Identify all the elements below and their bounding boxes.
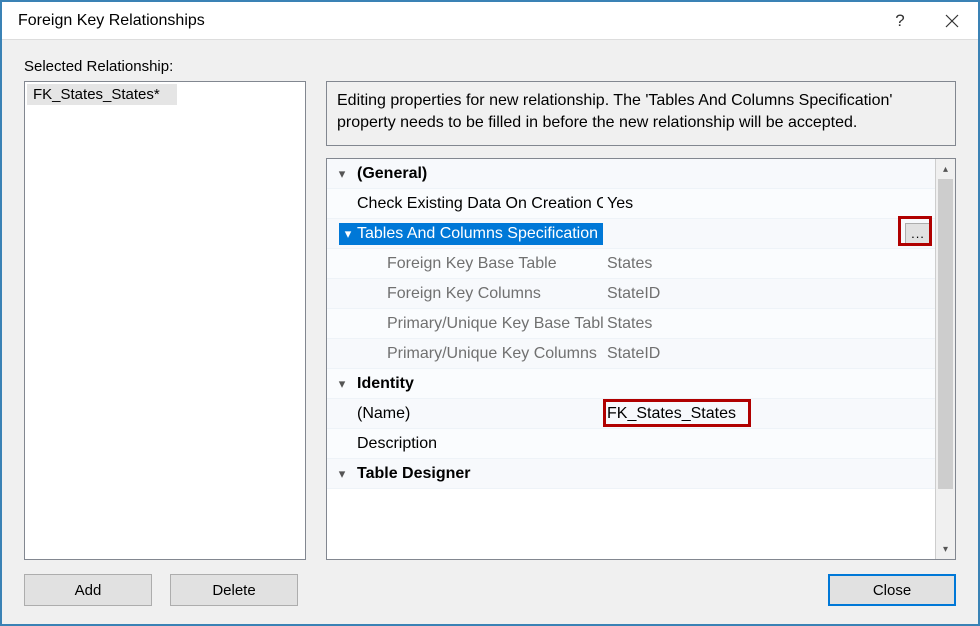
add-button[interactable]: Add (24, 574, 152, 606)
list-item[interactable]: FK_States_States* (27, 84, 177, 105)
button-row: Add Delete Close (24, 574, 956, 606)
prop-label: Check Existing Data On Creation Or Re-En… (357, 195, 603, 213)
prop-name[interactable]: (Name) FK_States_States (327, 399, 935, 429)
prop-description[interactable]: Description (327, 429, 935, 459)
prop-value: States (603, 255, 935, 273)
dialog-content: Selected Relationship: FK_States_States*… (2, 40, 978, 624)
prop-label: Tables And Columns Specification (357, 225, 598, 243)
prop-label: (Name) (357, 405, 603, 423)
scrollbar-vertical[interactable]: ▴ ▾ (935, 159, 955, 559)
category-label: Table Designer (357, 465, 603, 483)
prop-label: Foreign Key Columns (387, 285, 603, 303)
prop-fk-base-table[interactable]: Foreign Key Base Table States (327, 249, 935, 279)
category-label: Identity (357, 375, 603, 393)
prop-pk-base-table[interactable]: Primary/Unique Key Base Table States (327, 309, 935, 339)
property-grid[interactable]: ▾ (General) Check Existing Data On Creat… (327, 159, 935, 559)
prop-label: Foreign Key Base Table (387, 255, 603, 273)
category-general[interactable]: ▾ (General) (327, 159, 935, 189)
category-table-designer[interactable]: ▾ Table Designer (327, 459, 935, 489)
description-box: Editing properties for new relationship.… (326, 81, 956, 146)
relationship-listbox[interactable]: FK_States_States* (24, 81, 306, 560)
scroll-down-icon[interactable]: ▾ (936, 539, 955, 559)
close-button[interactable]: Close (828, 574, 956, 606)
selected-relationship-label: Selected Relationship: (24, 58, 956, 75)
prop-label: Primary/Unique Key Base Table (387, 315, 603, 333)
prop-value: StateID (603, 345, 935, 363)
window-title: Foreign Key Relationships (18, 12, 874, 30)
category-label: (General) (357, 165, 603, 183)
prop-value: FK_States_States (603, 405, 935, 423)
prop-value: StateID (603, 285, 935, 303)
delete-button[interactable]: Delete (170, 574, 298, 606)
prop-value: States (603, 315, 935, 333)
prop-label: Primary/Unique Key Columns (387, 345, 603, 363)
browse-button[interactable]: ... (905, 223, 931, 245)
expand-toggle-icon[interactable]: ▾ (327, 166, 357, 182)
category-identity[interactable]: ▾ Identity (327, 369, 935, 399)
help-button[interactable]: ? (874, 2, 926, 40)
expand-toggle-icon[interactable]: ▾ (327, 466, 357, 482)
right-column: Editing properties for new relationship.… (326, 81, 956, 560)
prop-pk-columns[interactable]: Primary/Unique Key Columns StateID (327, 339, 935, 369)
property-grid-container: ▾ (General) Check Existing Data On Creat… (326, 158, 956, 560)
prop-tables-columns-spec[interactable]: ▾ Tables And Columns Specification ... (327, 219, 935, 249)
prop-fk-columns[interactable]: Foreign Key Columns StateID (327, 279, 935, 309)
expand-toggle-icon[interactable]: ▾ (327, 376, 357, 392)
close-icon (945, 14, 959, 28)
left-column: FK_States_States* (24, 81, 306, 560)
titlebar: Foreign Key Relationships ? (2, 2, 978, 40)
foreign-key-relationships-dialog: Foreign Key Relationships ? Selected Rel… (0, 0, 980, 626)
main-row: FK_States_States* Editing properties for… (24, 81, 956, 560)
prop-check-existing[interactable]: Check Existing Data On Creation Or Re-En… (327, 189, 935, 219)
prop-value: Yes (603, 195, 935, 213)
window-close-button[interactable] (926, 2, 978, 40)
expand-toggle-icon[interactable]: ▾ (339, 226, 357, 242)
scroll-up-icon[interactable]: ▴ (936, 159, 955, 179)
scroll-thumb[interactable] (938, 179, 953, 489)
prop-label: Description (357, 435, 603, 453)
